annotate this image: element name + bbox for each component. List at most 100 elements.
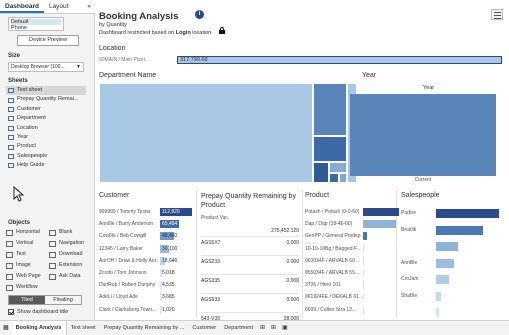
- tab-department[interactable]: Department: [220, 321, 257, 335]
- salesperson-row[interactable]: AnnBle: [401, 257, 501, 269]
- grid-icon[interactable]: ▦: [0, 321, 12, 335]
- prepay-row[interactable]: AGS335 0.000: [201, 274, 299, 287]
- new-worksheet-icon[interactable]: ⊞: [257, 321, 268, 335]
- location-header: Location: [99, 45, 126, 52]
- tab-prepay-quantity[interactable]: Prepay Quantity Remaining by ...: [100, 321, 189, 335]
- salesperson-row[interactable]: Parbre: [401, 207, 501, 219]
- salesperson-row[interactable]: [401, 306, 501, 318]
- device-list[interactable]: Default Phone: [8, 17, 64, 31]
- sheet-item[interactable]: Location: [6, 124, 86, 133]
- customer-row[interactable]: Cow8le / Bob Cowgill 48,460: [99, 231, 195, 241]
- department-treemap[interactable]: [99, 83, 357, 183]
- salesperson-row[interactable]: [401, 240, 501, 252]
- product-row[interactable]: 055034F / ARVALB 55...: [305, 268, 395, 278]
- object-item[interactable]: Ask Data: [49, 272, 92, 281]
- device-phone[interactable]: Phone: [11, 25, 61, 31]
- product-row[interactable]: GenPP / General Predep: [305, 231, 395, 241]
- sheet-item[interactable]: Year: [6, 133, 86, 142]
- tiled-button[interactable]: Tiled: [9, 296, 45, 304]
- tab-text-sheet[interactable]: Text sheet: [67, 321, 100, 335]
- customer-value: 112,820: [162, 209, 180, 215]
- treemap-cell[interactable]: [339, 173, 347, 183]
- sheet-item[interactable]: Prepay Quantity Remai...: [6, 95, 86, 104]
- salespeople-header: Salespeople: [401, 192, 440, 199]
- treemap-cell[interactable]: [99, 83, 313, 183]
- object-type-icon: [6, 229, 13, 236]
- customer-row[interactable]: 12345 / Larry Baker 30,100: [99, 244, 195, 254]
- object-item[interactable]: Navigation: [49, 239, 92, 248]
- show-title-checkbox[interactable]: Show dashboard title: [8, 309, 68, 315]
- tab-dashboard[interactable]: Dashboard: [0, 0, 44, 13]
- sheet-item[interactable]: Help Guide: [6, 161, 86, 170]
- sheet-item[interactable]: Text sheet: [6, 86, 86, 96]
- checkbox-checked-icon[interactable]: [8, 309, 14, 315]
- sheet-item[interactable]: Salespeople: [6, 152, 86, 161]
- product-row[interactable]: 061924FE / DEKALB 61...: [305, 292, 395, 302]
- product-row[interactable]: Dap / Dap (18-46-00): [305, 219, 397, 229]
- treemap-cell[interactable]: [313, 83, 347, 136]
- info-icon[interactable]: i: [195, 10, 204, 19]
- object-item[interactable]: Horizontal: [6, 228, 49, 237]
- chevron-down-icon: ▼: [76, 64, 81, 70]
- object-item[interactable]: Image: [6, 261, 49, 270]
- product-row[interactable]: 10-10-10Bg / Bagged F...: [305, 244, 395, 254]
- prepay-row[interactable]: AGS5X7 0.000: [201, 236, 299, 249]
- customer-row[interactable]: Zcotto / Tom Johnson 5,018: [99, 268, 195, 278]
- customer-row[interactable]: 999999 / Tommy Tester 112,820: [99, 207, 195, 217]
- product-row[interactable]: 3736 / Hero 101: [305, 280, 395, 290]
- treemap-cell[interactable]: [329, 162, 347, 173]
- object-item[interactable]: Text: [6, 250, 49, 259]
- floating-button[interactable]: Floating: [45, 296, 81, 304]
- filter-menu-icon[interactable]: [491, 9, 503, 20]
- product-row[interactable]: 063034F / ARVALB 60...: [305, 256, 395, 266]
- customer-row[interactable]: Ann8le / Barry Anderson 65,454: [99, 219, 195, 229]
- year-bar-current[interactable]: [350, 94, 496, 176]
- sheet-item[interactable]: Product: [6, 142, 86, 151]
- treemap-cell[interactable]: [313, 136, 347, 162]
- object-item[interactable]: Web Page: [6, 272, 49, 281]
- object-item[interactable]: Extension: [49, 261, 92, 270]
- object-item-label: Web Page: [16, 273, 41, 279]
- size-select[interactable]: Desktop Browser (100... ▼: [8, 62, 84, 72]
- new-story-icon[interactable]: ▣: [279, 321, 291, 335]
- object-item[interactable]: Vertical: [6, 239, 49, 248]
- prepay-row[interactable]: AGS233 0.000: [201, 255, 299, 268]
- customer-row[interactable]: DunRup / Robert Dunphy 4,535: [99, 280, 195, 290]
- product-bar: [363, 293, 364, 302]
- object-item[interactable]: Blank: [49, 228, 92, 237]
- object-type-icon: [49, 229, 56, 236]
- salesperson-bar: [436, 291, 442, 301]
- product-bar: [363, 305, 364, 314]
- treemap-cell[interactable]: [329, 173, 339, 183]
- customer-row[interactable]: AorOH / Drew & Holly Aor... 18,646: [99, 256, 195, 266]
- collapse-icon[interactable]: «: [83, 0, 95, 13]
- customer-row[interactable]: Clark / Clarksburg Town... 1,020: [99, 305, 195, 315]
- tiled-floating-toggle[interactable]: Tiled Floating: [8, 295, 82, 305]
- dashboard-side-panel: Dashboard Layout « Default Phone Device …: [0, 0, 95, 320]
- sheet-item[interactable]: Department: [6, 114, 86, 123]
- device-preview-button[interactable]: Device Preview: [17, 35, 79, 46]
- salesperson-row[interactable]: ShaBle: [401, 290, 501, 302]
- sheet-item-label: Location: [17, 124, 38, 131]
- object-item[interactable]: Download: [49, 250, 92, 259]
- location-bar[interactable]: 317,799.68: [177, 56, 502, 64]
- new-dashboard-icon[interactable]: ⊞: [268, 321, 279, 335]
- object-item-label: Text: [16, 251, 26, 257]
- tab-booking-analysis[interactable]: Booking Analysis: [11, 320, 67, 335]
- prepay-row[interactable]: AGS533 0.000: [201, 293, 299, 306]
- salesperson-bar: [436, 275, 449, 284]
- salesperson-row[interactable]: Bearlik: [401, 224, 501, 236]
- size-section-label: Size: [8, 53, 21, 59]
- customer-row[interactable]: AdeLl / Lloyd Ade 3,685: [99, 292, 195, 302]
- product-row[interactable]: 6699 / Caltex Stra 12...: [305, 305, 395, 315]
- sheet-item[interactable]: Customer: [6, 105, 86, 114]
- object-item[interactable]: Workflow: [6, 283, 49, 292]
- object-item-label: Extension: [59, 262, 83, 268]
- product-row[interactable]: Potash / Potash (0-0-60): [305, 207, 399, 217]
- worksheet-icon: [8, 97, 14, 103]
- salesperson-bar: [436, 209, 499, 218]
- treemap-cell[interactable]: [313, 162, 329, 183]
- salesperson-row[interactable]: CroJam: [401, 273, 501, 285]
- tab-layout[interactable]: Layout: [44, 0, 74, 13]
- tab-customer[interactable]: Customer: [188, 321, 220, 335]
